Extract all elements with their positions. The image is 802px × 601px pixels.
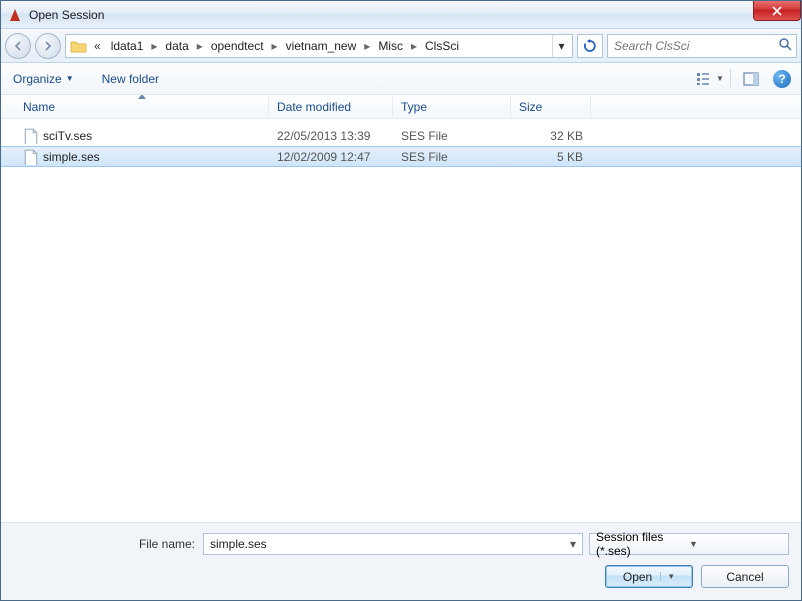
organize-label: Organize: [13, 72, 62, 86]
file-name: simple.ses: [43, 150, 100, 164]
new-folder-button[interactable]: New folder: [100, 68, 161, 90]
file-date: 12/02/2009 12:47: [269, 150, 393, 164]
filename-dropdown[interactable]: ▾: [564, 534, 582, 554]
separator: [730, 69, 731, 89]
breadcrumb-item[interactable]: ldata1: [105, 39, 150, 53]
file-date: 22/05/2013 13:39: [269, 129, 393, 143]
search-box[interactable]: [607, 34, 797, 58]
file-size: 32 KB: [511, 129, 591, 143]
file-size: 5 KB: [511, 150, 591, 164]
chevron-right-icon: ▸: [149, 39, 159, 53]
search-input[interactable]: [612, 38, 778, 54]
title-bar: Open Session: [1, 1, 801, 29]
chevron-right-icon: ▸: [195, 39, 205, 53]
filter-label: Session files (*.ses): [596, 530, 689, 558]
file-type: SES File: [393, 150, 511, 164]
open-session-dialog: Open Session « ldata1 ▸ data ▸ opendtect…: [0, 0, 802, 601]
file-list-body[interactable]: sciTv.ses 22/05/2013 13:39 SES File 32 K…: [1, 119, 801, 522]
file-icon: [23, 149, 39, 165]
breadcrumb-item[interactable]: Misc: [372, 39, 409, 53]
forward-button[interactable]: [35, 33, 61, 59]
column-header-name[interactable]: Name: [15, 95, 269, 118]
search-icon: [778, 37, 792, 54]
filename-combobox[interactable]: ▾: [203, 533, 583, 555]
help-icon: ?: [778, 72, 785, 86]
help-button[interactable]: ?: [773, 70, 791, 88]
chevron-down-icon: ▼: [689, 539, 782, 549]
sort-ascending-icon: [138, 95, 146, 99]
chevron-down-icon: ▼: [716, 74, 724, 83]
column-headers: Name Date modified Type Size: [1, 95, 801, 119]
folder-icon: [70, 37, 88, 55]
breadcrumb-item[interactable]: vietnam_new: [280, 39, 363, 53]
breadcrumb-prefix[interactable]: «: [90, 39, 105, 53]
column-header-date[interactable]: Date modified: [269, 95, 393, 118]
file-row[interactable]: simple.ses 12/02/2009 12:47 SES File 5 K…: [1, 146, 801, 167]
window-title: Open Session: [29, 8, 104, 22]
breadcrumb-dropdown[interactable]: ▾: [552, 35, 570, 57]
open-button[interactable]: Open ▼: [605, 565, 693, 588]
file-name: sciTv.ses: [43, 129, 92, 143]
back-arrow-icon: [12, 40, 24, 52]
breadcrumb-item[interactable]: data: [159, 39, 194, 53]
chevron-down-icon: ▼: [66, 74, 74, 83]
breadcrumb-item[interactable]: ClsSci: [419, 39, 465, 53]
breadcrumb[interactable]: « ldata1 ▸ data ▸ opendtect ▸ vietnam_ne…: [65, 34, 573, 58]
file-type: SES File: [393, 129, 511, 143]
preview-pane-icon: [743, 72, 759, 86]
file-row[interactable]: sciTv.ses 22/05/2013 13:39 SES File 32 K…: [1, 125, 801, 146]
close-button[interactable]: [753, 1, 801, 21]
nav-bar: « ldata1 ▸ data ▸ opendtect ▸ vietnam_ne…: [1, 29, 801, 63]
forward-arrow-icon: [42, 40, 54, 52]
split-button-dropdown[interactable]: ▼: [660, 572, 675, 581]
filetype-filter[interactable]: Session files (*.ses) ▼: [589, 533, 789, 555]
chevron-right-icon: ▸: [362, 39, 372, 53]
bottom-panel: File name: ▾ Session files (*.ses) ▼ Ope…: [1, 523, 801, 600]
refresh-button[interactable]: [577, 34, 603, 58]
preview-pane-button[interactable]: [737, 67, 765, 91]
file-icon: [23, 128, 39, 144]
column-header-size[interactable]: Size: [511, 95, 591, 118]
breadcrumb-item[interactable]: opendtect: [205, 39, 270, 53]
close-icon: [772, 6, 782, 16]
file-list: Name Date modified Type Size sciTv.ses 2…: [1, 95, 801, 523]
view-options-button[interactable]: ▼: [696, 67, 724, 91]
refresh-icon: [583, 39, 597, 53]
app-icon: [7, 7, 23, 23]
view-grid-icon: [696, 72, 714, 86]
filename-label: File name:: [13, 537, 203, 551]
toolbar: Organize ▼ New folder ▼ ?: [1, 63, 801, 95]
organize-menu[interactable]: Organize ▼: [11, 68, 76, 90]
cancel-button[interactable]: Cancel: [701, 565, 789, 588]
back-button[interactable]: [5, 33, 31, 59]
new-folder-label: New folder: [102, 72, 159, 86]
filename-input[interactable]: [204, 537, 564, 551]
chevron-right-icon: ▸: [409, 39, 419, 53]
column-header-type[interactable]: Type: [393, 95, 511, 118]
chevron-right-icon: ▸: [270, 39, 280, 53]
